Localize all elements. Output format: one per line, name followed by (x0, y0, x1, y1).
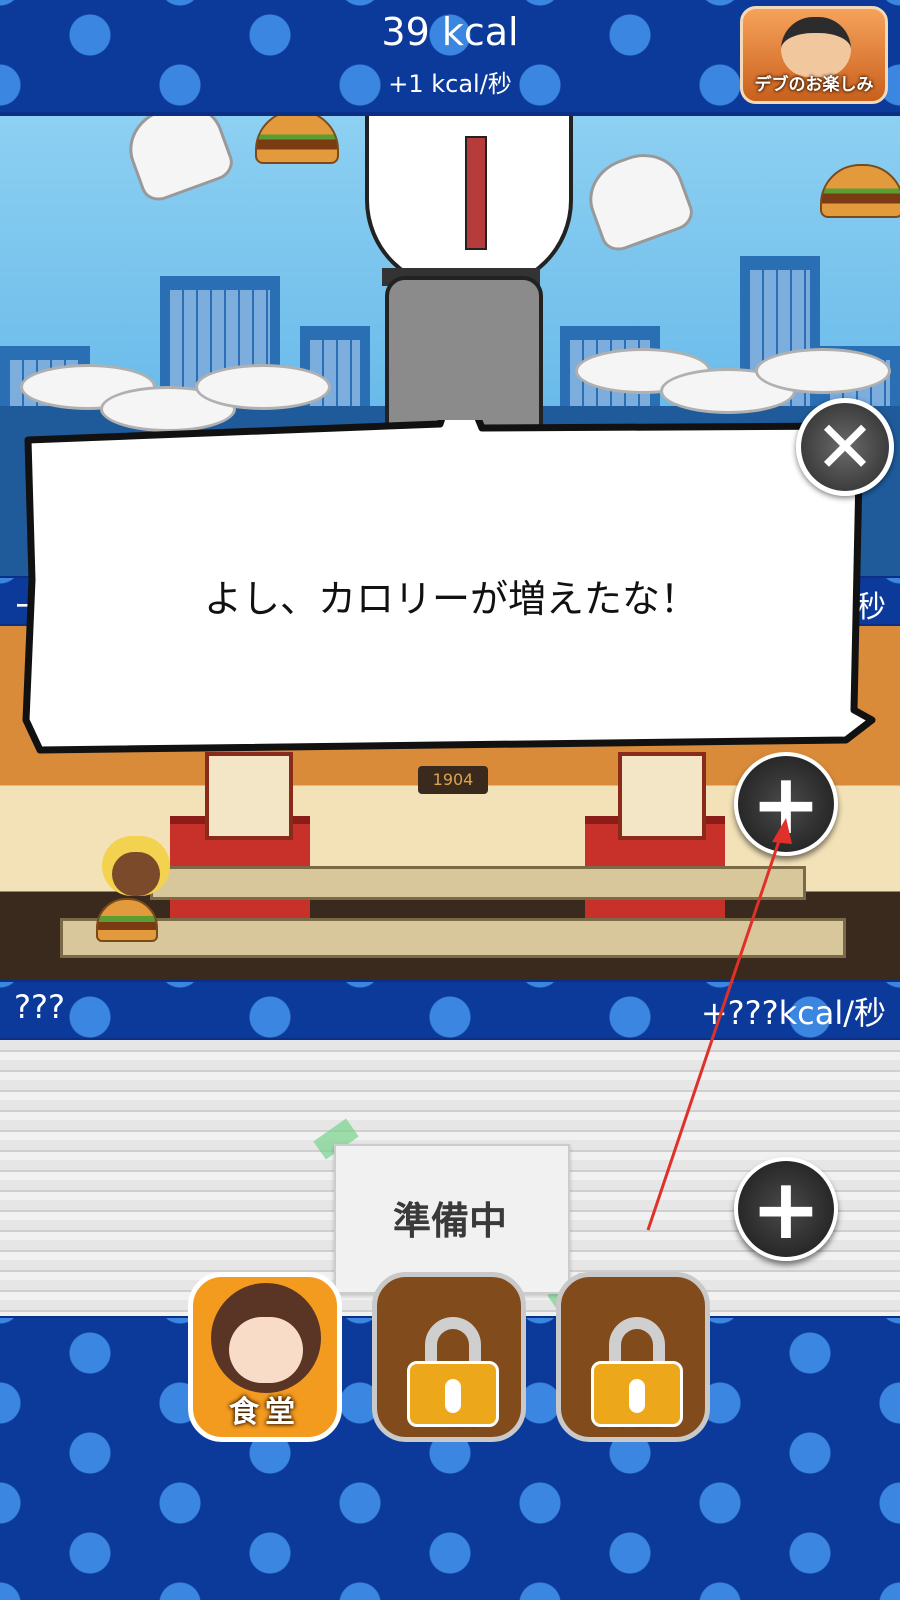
face (112, 852, 160, 896)
lock-icon (591, 1317, 683, 1427)
burger-icon (820, 164, 900, 218)
preparing-sign-text: 準備中 (392, 1199, 507, 1243)
onigiri-icon (578, 142, 698, 256)
stage3-rate: +???kcal/秒 (700, 994, 886, 1032)
counter-table (150, 866, 806, 900)
plate-stack-icon (195, 364, 331, 410)
plus-icon: + (750, 1160, 822, 1258)
character-portrait-icon (781, 17, 851, 77)
stage3-name: ??? (14, 988, 65, 1026)
nav-shokudo-button[interactable]: 食堂 (188, 1272, 342, 1442)
upgrade-stage3-button[interactable]: + (734, 1157, 838, 1261)
onigiri-icon (118, 116, 238, 206)
close-icon: ✕ (814, 405, 876, 489)
dialog-close-button[interactable]: ✕ (796, 398, 894, 496)
plate-stack-icon (755, 348, 891, 394)
bonus-button-label: デブのお楽しみ (754, 75, 874, 95)
counter-table (60, 918, 846, 958)
nav-shokureki-button[interactable]: 食歴 (556, 1272, 710, 1442)
debu-bonus-button[interactable]: デブのお楽しみ (740, 6, 888, 104)
girl-avatar-icon (211, 1283, 321, 1393)
upgrade-stage2-button[interactable]: + (734, 752, 838, 856)
dialog-message: よし、カロリーが増えたな！ (203, 577, 698, 621)
nav-omise-button[interactable]: お店 (372, 1272, 526, 1442)
waitress-character (96, 836, 176, 946)
wall-clock: 1904 (418, 766, 488, 794)
nav-label: 食堂 (229, 1395, 301, 1430)
lock-icon (407, 1317, 499, 1427)
burger-icon (96, 898, 158, 942)
burger-icon (255, 116, 339, 164)
plus-icon: + (750, 755, 822, 853)
necktie (465, 136, 487, 250)
